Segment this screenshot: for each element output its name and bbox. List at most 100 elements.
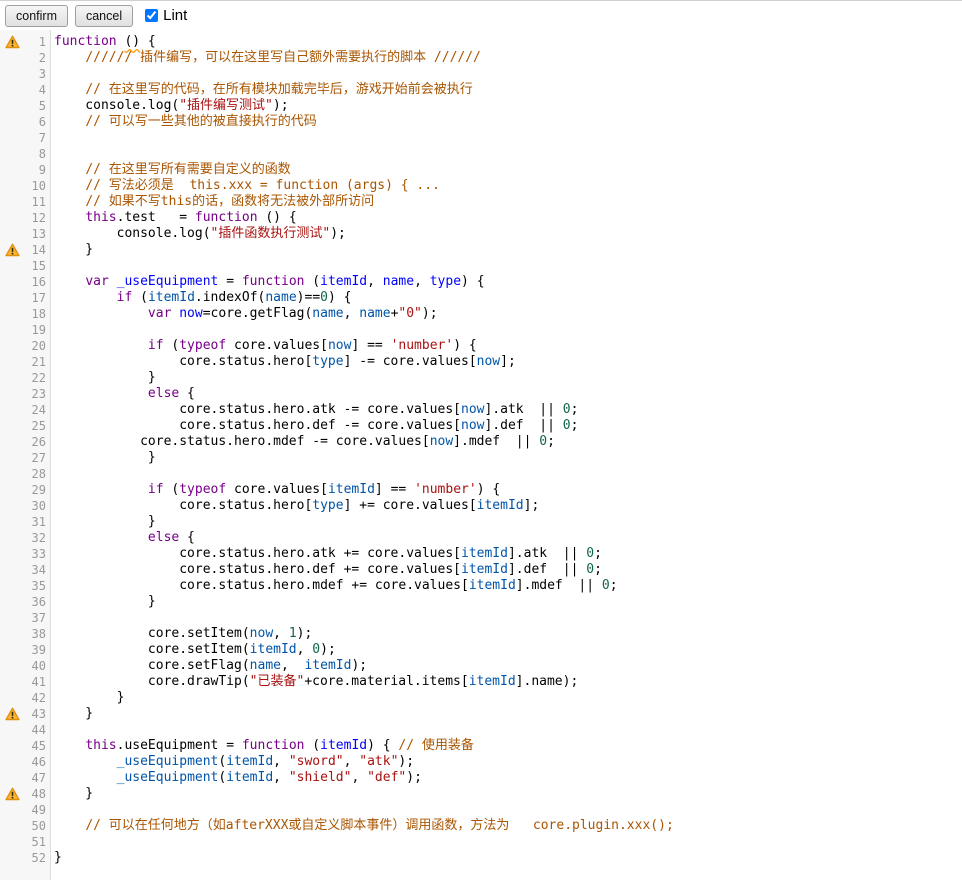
line-number: 31 [20,514,46,530]
code-text: // 可以在任何地方（如afterXXX或自定义脚本事件）调用函数，方法为 co… [46,818,674,834]
gutter-marker-cell [0,626,20,642]
line-number: 49 [20,802,46,818]
code-line[interactable]: 29 if (typeof core.values[itemId] == 'nu… [0,482,962,498]
line-number: 48 [20,786,46,802]
code-text: } [46,786,93,802]
code-line[interactable]: 51 [0,834,962,850]
code-line[interactable]: 41 core.drawTip("已装备"+core.material.item… [0,674,962,690]
code-line[interactable]: 14 } [0,242,962,258]
code-line[interactable]: 21 core.status.hero[type] -= core.values… [0,354,962,370]
code-line[interactable]: 7 [0,130,962,146]
line-number: 11 [20,194,46,210]
code-line[interactable]: 47 _useEquipment(itemId, "shield", "def"… [0,770,962,786]
code-text: else { [46,530,195,546]
code-line[interactable]: 26 core.status.hero.mdef -= core.values[… [0,434,962,450]
toolbar: confirm cancel Lint [0,0,962,30]
code-text: this.useEquipment = function (itemId) { … [46,738,474,754]
code-text [46,610,54,626]
code-line[interactable]: 6 // 可以写一些其他的被直接执行的代码 [0,114,962,130]
code-line[interactable]: 19 [0,322,962,338]
code-line[interactable]: 25 core.status.hero.def -= core.values[n… [0,418,962,434]
code-line[interactable]: 18 var now=core.getFlag(name, name+"0"); [0,306,962,322]
code-text [46,322,54,338]
code-line[interactable]: 31 } [0,514,962,530]
code-line[interactable]: 44 [0,722,962,738]
line-number: 47 [20,770,46,786]
code-line[interactable]: 5 console.log("插件编写测试"); [0,98,962,114]
line-number: 14 [20,242,46,258]
code-line[interactable]: 12 this.test = function () { [0,210,962,226]
line-number: 44 [20,722,46,738]
code-line[interactable]: 42 } [0,690,962,706]
code-line[interactable]: 30 core.status.hero[type] += core.values… [0,498,962,514]
code-line[interactable]: 32 else { [0,530,962,546]
code-line[interactable]: 40 core.setFlag(name, itemId); [0,658,962,674]
line-number: 24 [20,402,46,418]
code-line[interactable]: 20 if (typeof core.values[now] == 'numbe… [0,338,962,354]
code-line[interactable]: 22 } [0,370,962,386]
code-line[interactable]: 24 core.status.hero.atk -= core.values[n… [0,402,962,418]
code-line[interactable]: 23 else { [0,386,962,402]
code-text: console.log("插件函数执行测试"); [46,226,346,242]
gutter-marker-cell [0,258,20,274]
line-number: 32 [20,530,46,546]
code-line[interactable]: 33 core.status.hero.atk += core.values[i… [0,546,962,562]
code-line[interactable]: 3 [0,66,962,82]
code-text: } [46,706,93,722]
code-line[interactable]: 2 ////// 插件编写，可以在这里写自己额外需要执行的脚本 ////// [0,50,962,66]
code-line[interactable]: 49 [0,802,962,818]
code-line[interactable]: 36 } [0,594,962,610]
gutter-marker-cell [0,306,20,322]
code-text: } [46,514,156,530]
warning-triangle-icon [5,787,20,801]
code-line[interactable]: 46 _useEquipment(itemId, "sword", "atk")… [0,754,962,770]
code-line[interactable]: 15 [0,258,962,274]
code-line[interactable]: 17 if (itemId.indexOf(name)==0) { [0,290,962,306]
gutter-marker-cell [0,498,20,514]
lint-warning-marker[interactable] [0,706,20,722]
code-line[interactable]: 45 this.useEquipment = function (itemId)… [0,738,962,754]
code-line[interactable]: 48 } [0,786,962,802]
lint-toggle[interactable]: Lint [145,7,187,24]
line-number: 15 [20,258,46,274]
code-text: var _useEquipment = function (itemId, na… [46,274,485,290]
gutter-marker-cell [0,802,20,818]
gutter-marker-cell [0,658,20,674]
code-text: core.setItem(itemId, 0); [46,642,336,658]
code-line[interactable]: 38 core.setItem(now, 1); [0,626,962,642]
code-line[interactable]: 37 [0,610,962,626]
code-line[interactable]: 35 core.status.hero.mdef += core.values[… [0,578,962,594]
cancel-button[interactable]: cancel [75,5,133,27]
code-line[interactable]: 11 // 如果不写this的话，函数将无法被外部所访问 [0,194,962,210]
code-text: core.drawTip("已装备"+core.material.items[i… [46,674,578,690]
gutter-marker-cell [0,354,20,370]
lint-checkbox[interactable] [145,9,158,22]
code-text [46,722,54,738]
line-number: 8 [20,146,46,162]
code-line[interactable]: 50 // 可以在任何地方（如afterXXX或自定义脚本事件）调用函数，方法为… [0,818,962,834]
code-line[interactable]: 34 core.status.hero.def += core.values[i… [0,562,962,578]
warning-triangle-icon [5,707,20,721]
line-number: 28 [20,466,46,482]
code-line[interactable]: 1function () { [0,34,962,50]
lint-warning-marker[interactable] [0,34,20,50]
code-line[interactable]: 39 core.setItem(itemId, 0); [0,642,962,658]
code-line[interactable]: 28 [0,466,962,482]
confirm-button[interactable]: confirm [5,5,68,27]
code-line[interactable]: 10 // 写法必须是 this.xxx = function (args) {… [0,178,962,194]
gutter-marker-cell [0,594,20,610]
code-text: // 写法必须是 this.xxx = function (args) { ..… [46,178,440,194]
code-line[interactable]: 52} [0,850,962,866]
code-line[interactable]: 13 console.log("插件函数执行测试"); [0,226,962,242]
code-line[interactable]: 8 [0,146,962,162]
lint-warning-marker[interactable] [0,786,20,802]
code-editor[interactable]: 1function () {2 ////// 插件编写，可以在这里写自己额外需要… [0,30,962,880]
code-line[interactable]: 4 // 在这里写的代码，在所有模块加载完毕后，游戏开始前会被执行 [0,82,962,98]
code-line[interactable]: 9 // 在这里写所有需要自定义的函数 [0,162,962,178]
code-line[interactable]: 16 var _useEquipment = function (itemId,… [0,274,962,290]
code-line[interactable]: 43 } [0,706,962,722]
code-line[interactable]: 27 } [0,450,962,466]
lint-warning-marker[interactable] [0,242,20,258]
line-number: 22 [20,370,46,386]
warning-triangle-icon [5,243,20,257]
